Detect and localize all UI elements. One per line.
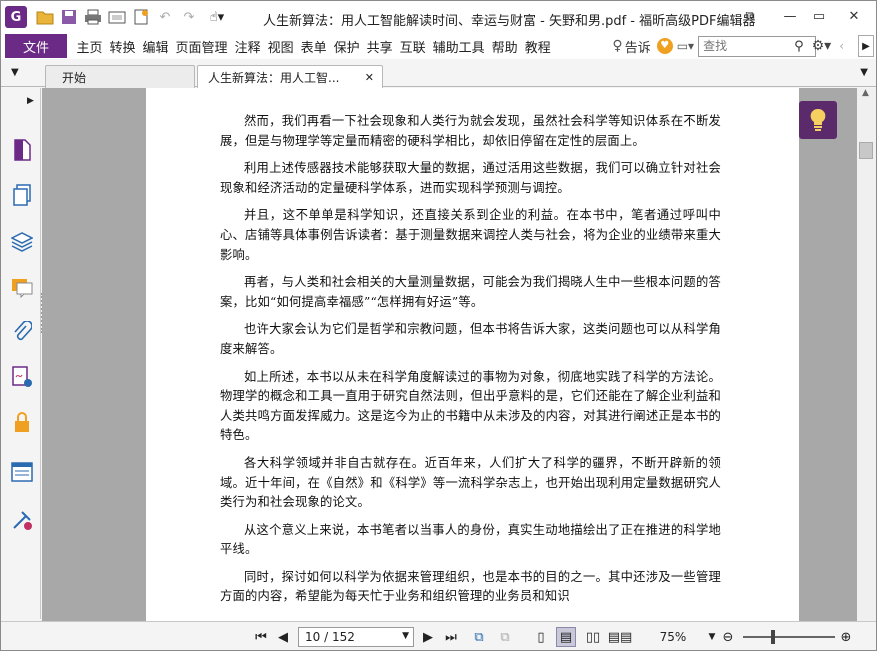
layers-icon[interactable] bbox=[10, 230, 34, 254]
menu-item-edit[interactable]: 编辑 bbox=[139, 37, 172, 56]
menu-right-tools: ♀ 告诉 ♥ ▭▾ ⚲ ⚙▾ ‹ ▶ bbox=[612, 33, 876, 59]
vertical-scrollbar[interactable]: ▲ bbox=[857, 88, 876, 621]
restore-ribbon-icon[interactable]: ⧉ bbox=[735, 5, 765, 27]
file-menu-button[interactable]: 文件 bbox=[5, 34, 67, 58]
tab-document[interactable]: 人生新算法：用人工智... ✕ bbox=[197, 65, 383, 89]
menu-bar: 文件 主页 转换 编辑 页面管理 注释 视图 表单 保护 共享 互联 辅助工具 … bbox=[1, 33, 876, 59]
ribbon-scroll-right-icon[interactable]: ▶ bbox=[858, 35, 874, 57]
next-page-icon[interactable]: ▶ bbox=[420, 627, 436, 647]
single-page-view-icon[interactable]: ▯ bbox=[532, 627, 550, 647]
attachment-paperclip-icon[interactable] bbox=[10, 320, 34, 344]
lightbulb-icon bbox=[810, 108, 826, 131]
signature-panel-icon[interactable] bbox=[10, 365, 34, 389]
zoom-slider[interactable] bbox=[743, 630, 835, 644]
window-title: 人生新算法：用人工智能解读时间、幸运与财富 - 矢野和男.pdf - 福昕高级P… bbox=[263, 14, 756, 29]
menu-item-comment[interactable]: 注释 bbox=[231, 37, 264, 56]
paragraph: 再者，与人类和社会相关的大量测量数据，可能会为我们揭晓人生中一些根本问题的答案，… bbox=[220, 275, 721, 309]
document-tab-bar: ▼ 开始 人生新算法：用人工智... ✕ ▼ bbox=[1, 59, 876, 89]
page-number-field[interactable]: 10 / 152 ▼ bbox=[298, 627, 414, 647]
document-viewport: 然而，我们再看一下社会现象和人类行为就会发现，虽然社会科学等知识体系在不断发展，… bbox=[42, 88, 857, 621]
paragraph: 如上所述，本书以从未在科学角度解读过的事物为对象，彻底地实践了科学的方法论。物理… bbox=[220, 369, 721, 443]
content-tools-icon[interactable] bbox=[10, 508, 34, 532]
redo-icon[interactable]: ↷ bbox=[179, 7, 199, 27]
tab-overflow-icon[interactable]: ▼ bbox=[860, 67, 868, 78]
previous-page-icon[interactable]: ◀ bbox=[275, 627, 291, 647]
print-icon[interactable] bbox=[83, 7, 103, 27]
menu-item-share[interactable]: 共享 bbox=[363, 37, 396, 56]
menu-item-view[interactable]: 视图 bbox=[264, 37, 297, 56]
zoom-out-icon[interactable]: ⊖ bbox=[719, 627, 737, 647]
comments-icon[interactable] bbox=[10, 276, 34, 300]
tips-lightbulb-button[interactable] bbox=[799, 101, 837, 139]
menu-item-help[interactable]: 帮助 bbox=[488, 37, 521, 56]
pages-panel-icon[interactable] bbox=[10, 183, 34, 207]
menu-item-convert[interactable]: 转换 bbox=[106, 37, 139, 56]
minimize-button[interactable]: — bbox=[775, 5, 805, 27]
paragraph: 各大科学领域并非自古就存在。近百年来，人们扩大了科学的疆界，不断开辟新的领域。近… bbox=[220, 455, 721, 510]
navigation-sidebar: ▶ bbox=[1, 88, 43, 619]
scan-icon[interactable] bbox=[107, 7, 127, 27]
security-lock-icon[interactable] bbox=[10, 410, 34, 434]
pdf-page: 然而，我们再看一下社会现象和人类行为就会发现，虽然社会科学等知识体系在不断发展，… bbox=[146, 88, 799, 621]
heart-icon[interactable]: ♥ bbox=[656, 38, 673, 54]
menu-item-home[interactable]: 主页 bbox=[73, 37, 106, 56]
zoom-in-icon[interactable]: ⊕ bbox=[837, 627, 855, 647]
app-window: G ↶ ↷ ☝▾ 人生新算法：用人工智能解读时间、幸运与财富 - 矢野和男.pd… bbox=[0, 0, 877, 651]
page-dropdown-icon[interactable]: ▼ bbox=[402, 631, 409, 641]
maximize-button[interactable]: ▭ bbox=[804, 5, 834, 27]
title-bar: G ↶ ↷ ☝▾ 人生新算法：用人工智能解读时间、幸运与财富 - 矢野和男.pd… bbox=[1, 1, 876, 33]
search-icon[interactable]: ⚲ bbox=[794, 39, 804, 54]
menu-item-protect[interactable]: 保护 bbox=[330, 37, 363, 56]
nav-back-icon[interactable]: ‹ bbox=[839, 39, 844, 53]
paragraph: 然而，我们再看一下社会现象和人类行为就会发现，虽然社会科学等知识体系在不断发展，… bbox=[220, 114, 721, 148]
tab-close-icon[interactable]: ✕ bbox=[365, 71, 374, 84]
open-folder-icon[interactable] bbox=[35, 7, 55, 27]
quick-access-toolbar: G ↶ ↷ ☝▾ bbox=[1, 1, 235, 33]
zoom-value[interactable]: 75% bbox=[653, 627, 693, 647]
scrollbar-thumb[interactable] bbox=[859, 142, 873, 159]
settings-gear-icon[interactable]: ⚙▾ bbox=[812, 38, 832, 54]
paragraph: 也许大家会认为它们是哲学和宗教问题，但本书将告诉大家，这类问题也可以从科学角度来… bbox=[220, 322, 721, 356]
continuous-facing-view-icon[interactable]: ▤▤ bbox=[608, 627, 633, 647]
paragraph: 并且，这不单单是科学知识，还直接关系到企业的利益。在本书中，笔者通过呼叫中心、店… bbox=[220, 208, 721, 262]
facing-view-icon[interactable]: ▯▯ bbox=[583, 627, 603, 647]
menu-item-tutorial[interactable]: 教程 bbox=[521, 37, 554, 56]
first-page-icon[interactable]: ⏮ bbox=[253, 627, 269, 647]
page-number-value: 10 / 152 bbox=[305, 630, 355, 644]
ribbon-tabs: 主页 转换 编辑 页面管理 注释 视图 表单 保护 共享 互联 辅助工具 帮助 … bbox=[73, 37, 554, 56]
paragraph: 同时，探讨如何以科学为依据来管理组织，也是本书的目的之一。其中还涉及一些管理方面… bbox=[220, 569, 721, 604]
hand-tool-icon[interactable]: ☝▾ bbox=[203, 7, 231, 27]
page-thumbnails-icon[interactable] bbox=[10, 138, 34, 162]
lightbulb-icon[interactable]: ♀ bbox=[612, 38, 622, 54]
scroll-up-arrow-icon[interactable]: ▲ bbox=[862, 88, 869, 98]
undo-icon[interactable]: ↶ bbox=[155, 7, 175, 27]
sidebar-expand-icon[interactable]: ▶ bbox=[27, 96, 34, 106]
paragraph: 从这个意义上来说，本书笔者以当事人的身份，真实生动地描绘出了正在推进的科学地平线… bbox=[220, 522, 721, 557]
previous-view-icon[interactable]: ⧉ bbox=[469, 627, 489, 647]
next-view-icon[interactable]: ⧉ bbox=[495, 627, 515, 647]
zoom-slider-thumb[interactable] bbox=[771, 630, 775, 644]
menu-item-connect[interactable]: 互联 bbox=[396, 37, 429, 56]
tab-document-label: 人生新算法：用人工智... bbox=[208, 71, 340, 85]
tab-list-toggle[interactable]: ▼ bbox=[11, 67, 19, 78]
zoom-dropdown-icon[interactable]: ▼ bbox=[707, 627, 717, 647]
close-button[interactable]: ✕ bbox=[839, 5, 869, 27]
chat-icon[interactable]: ▭▾ bbox=[677, 39, 694, 53]
tell-me-label[interactable]: 告诉 bbox=[625, 37, 651, 56]
menu-item-form[interactable]: 表单 bbox=[297, 37, 330, 56]
tab-start-label: 开始 bbox=[62, 70, 87, 85]
paragraph: 利用上述传感器技术能够获取大量的数据，通过活用这些数据，我们可以确立针对社会现象… bbox=[220, 161, 721, 195]
new-icon[interactable] bbox=[131, 7, 151, 27]
form-fields-icon[interactable] bbox=[10, 460, 34, 484]
status-bar: ⏮ ◀ 10 / 152 ▼ ▶ ⏭ ⧉ ⧉ ▯ ▤ ▯▯ ▤▤ 75% ▼ ⊖… bbox=[1, 621, 876, 650]
last-page-icon[interactable]: ⏭ bbox=[443, 627, 459, 647]
tab-start[interactable]: 开始 bbox=[45, 65, 195, 88]
app-logo[interactable]: G bbox=[5, 6, 27, 28]
save-icon[interactable] bbox=[59, 7, 79, 27]
menu-item-organize[interactable]: 页面管理 bbox=[172, 37, 231, 56]
menu-item-accessibility[interactable]: 辅助工具 bbox=[429, 37, 488, 56]
continuous-view-icon[interactable]: ▤ bbox=[556, 627, 576, 647]
